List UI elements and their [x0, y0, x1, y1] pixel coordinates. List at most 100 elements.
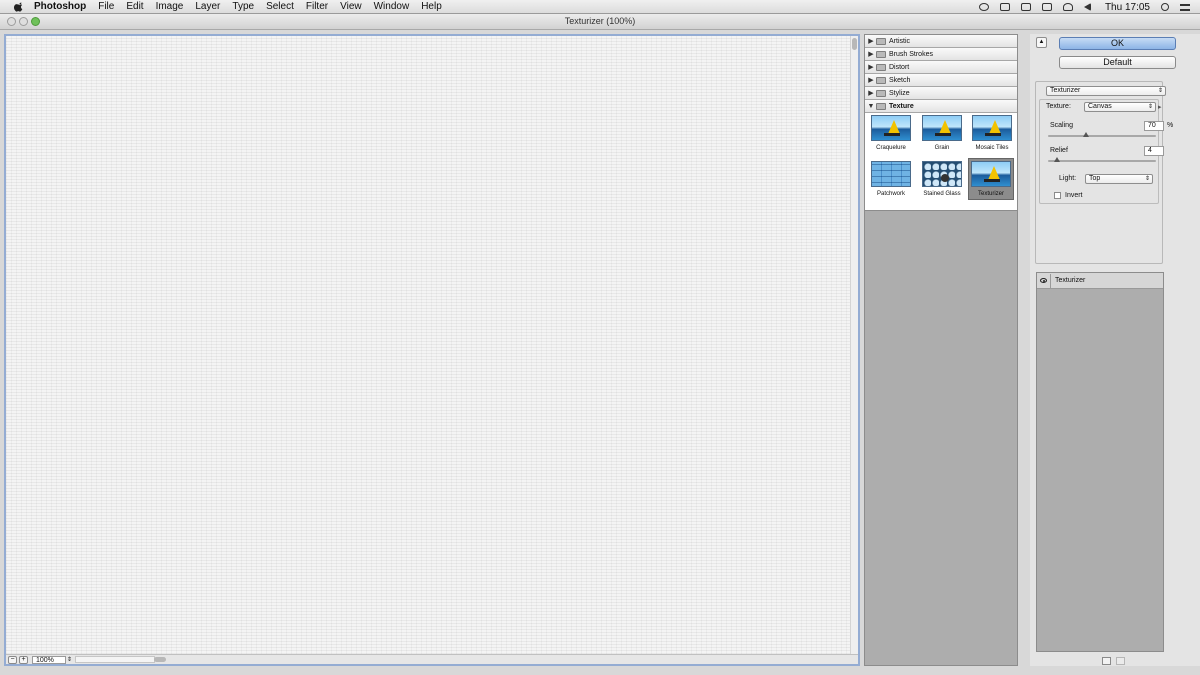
filter-category-distort[interactable]: ▶ Distort	[865, 61, 1017, 74]
horizontal-scrollbar[interactable]	[75, 656, 166, 663]
new-effect-layer-button[interactable]	[1102, 657, 1111, 665]
airplay-icon[interactable]	[1020, 3, 1031, 11]
menu-help[interactable]: Help	[421, 0, 442, 14]
menu-app-name[interactable]: Photoshop	[34, 0, 86, 14]
menu-select[interactable]: Select	[266, 0, 294, 14]
filter-thumb-label: Patchwork	[876, 191, 905, 197]
filter-thumbnails: Craquelure Grain Mosaic Tiles Patchwork …	[865, 113, 1017, 211]
filter-category-label: Distort	[889, 63, 910, 71]
zoom-in-button[interactable]: +	[19, 655, 28, 664]
scaling-slider-knob[interactable]	[1082, 132, 1089, 137]
filter-thumb-patchwork[interactable]: Patchwork	[868, 159, 914, 201]
user-icon[interactable]	[1062, 3, 1073, 11]
invert-label: Invert	[1065, 192, 1083, 199]
filter-thumb-label: Grain	[934, 145, 950, 151]
filter-options-group: Texturizer ⇕ Texture: Canvas ⇕ ▸ Scaling…	[1035, 81, 1173, 264]
light-select[interactable]: Top ⇕	[1085, 174, 1153, 184]
filter-category-label: Texture	[889, 102, 914, 110]
disclosure-right-icon: ▶	[868, 38, 874, 45]
filter-thumb-stained-glass[interactable]: Stained Glass	[919, 159, 965, 201]
apple-icon[interactable]	[12, 2, 26, 12]
filter-gallery-dialog: − + 100% ⇕ ▶ Artistic ▶ Brush Strokes ▶ …	[0, 30, 1200, 675]
filter-select[interactable]: Texturizer ⇕	[1046, 86, 1166, 96]
craquelure-preview-image	[871, 115, 911, 141]
stained-glass-preview-image	[922, 161, 962, 187]
menu-file[interactable]: File	[98, 0, 114, 14]
menu-filter[interactable]: Filter	[306, 0, 328, 14]
menu-image[interactable]: Image	[156, 0, 184, 14]
vertical-scroll-thumb[interactable]	[852, 38, 857, 50]
filter-category-label: Brush Strokes	[889, 50, 933, 58]
open-folder-icon	[876, 102, 886, 110]
filter-category-texture[interactable]: ▼ Texture	[865, 100, 1017, 113]
ok-button[interactable]: OK	[1059, 37, 1176, 50]
scaling-slider[interactable]	[1048, 132, 1156, 137]
filter-thumb-texturizer[interactable]: Texturizer	[968, 158, 1014, 200]
relief-slider-knob[interactable]	[1053, 157, 1060, 162]
texture-label: Texture:	[1046, 103, 1071, 110]
filter-select-value: Texturizer	[1050, 87, 1081, 94]
texture-select[interactable]: Canvas ⇕	[1084, 102, 1156, 112]
updown-arrows-icon: ⇕	[1157, 88, 1163, 94]
collapse-gallery-button[interactable]: ▲	[1036, 37, 1047, 48]
relief-label: Relief	[1050, 147, 1068, 154]
zoom-out-button[interactable]: −	[8, 655, 17, 664]
filter-thumb-label: Mosaic Tiles	[975, 145, 1009, 151]
menu-window[interactable]: Window	[374, 0, 410, 14]
relief-input[interactable]: 4	[1144, 146, 1164, 156]
disclosure-right-icon: ▶	[868, 51, 874, 58]
effect-layer-label: Texturizer	[1055, 277, 1086, 284]
battery-icon[interactable]	[999, 3, 1010, 11]
filter-category-brush-strokes[interactable]: ▶ Brush Strokes	[865, 48, 1017, 61]
menu-bar: Photoshop File Edit Image Layer Type Sel…	[0, 0, 1200, 14]
delete-effect-layer-button[interactable]	[1116, 657, 1125, 665]
folder-icon	[876, 37, 886, 45]
volume-icon[interactable]	[1083, 3, 1091, 11]
scaling-label: Scaling	[1050, 122, 1073, 129]
filter-category-sketch[interactable]: ▶ Sketch	[865, 74, 1017, 87]
filter-category-label: Stylize	[889, 89, 910, 97]
light-select-value: Top	[1089, 175, 1101, 182]
patchwork-preview-image	[871, 161, 911, 187]
invert-checkbox[interactable]	[1054, 192, 1061, 199]
search-icon[interactable]	[1161, 3, 1169, 11]
scaling-unit: %	[1167, 122, 1174, 129]
disclosure-down-icon: ▼	[867, 102, 875, 110]
menu-clock[interactable]: Thu 17:05	[1105, 2, 1150, 13]
status-badge-icon[interactable]	[978, 3, 989, 11]
updown-arrows-icon: ⇕	[1147, 104, 1153, 110]
texture-options-box: Texture: Canvas ⇕ ▸ Scaling 70 % Relief …	[1039, 99, 1173, 204]
mosaic-tiles-preview-image	[972, 115, 1012, 141]
preview-area: − + 100% ⇕	[4, 34, 860, 666]
window-titlebar: Texturizer (100%)	[0, 14, 1200, 30]
zoom-dropdown-icon[interactable]: ⇕	[67, 656, 73, 664]
effect-layer-row[interactable]: Texturizer	[1037, 273, 1163, 289]
filter-category-artistic[interactable]: ▶ Artistic	[865, 35, 1017, 48]
relief-slider[interactable]	[1048, 157, 1156, 162]
menu-edit[interactable]: Edit	[126, 0, 143, 14]
filter-thumb-craquelure[interactable]: Craquelure	[868, 113, 914, 155]
folder-icon	[876, 63, 886, 71]
updown-arrows-icon: ⇕	[1144, 176, 1150, 182]
grain-preview-image	[922, 115, 962, 141]
horizontal-scroll-thumb[interactable]	[154, 657, 166, 662]
preview-canvas[interactable]	[6, 36, 850, 654]
filter-category-stylize[interactable]: ▶ Stylize	[865, 87, 1017, 100]
menu-layer[interactable]: Layer	[195, 0, 220, 14]
menu-view[interactable]: View	[340, 0, 362, 14]
default-button[interactable]: Default	[1059, 56, 1176, 69]
display-icon[interactable]	[1041, 3, 1052, 11]
menu-type[interactable]: Type	[232, 0, 254, 14]
zoom-level-field[interactable]: 100%	[32, 655, 66, 664]
list-icon[interactable]	[1180, 3, 1190, 11]
folder-icon	[876, 89, 886, 97]
vertical-scrollbar[interactable]	[850, 36, 858, 654]
effect-layers-panel: Texturizer	[1036, 272, 1164, 652]
disclosure-right-icon: ▶	[868, 90, 874, 97]
filter-thumb-grain[interactable]: Grain	[919, 113, 965, 155]
texture-menu-icon[interactable]: ▸	[1158, 103, 1162, 111]
visibility-toggle[interactable]	[1037, 273, 1051, 288]
filter-thumb-mosaic-tiles[interactable]: Mosaic Tiles	[969, 113, 1015, 155]
scaling-input[interactable]: 70	[1144, 121, 1164, 131]
folder-icon	[876, 50, 886, 58]
